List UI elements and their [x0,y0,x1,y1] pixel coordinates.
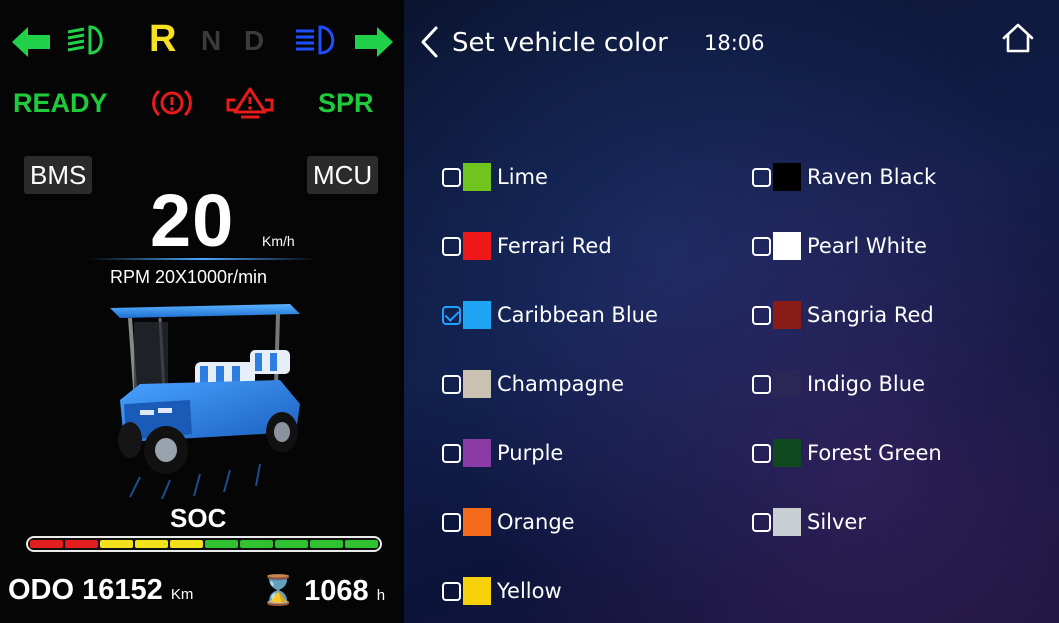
soc-label: SOC [170,503,227,533]
color-swatch [463,439,491,467]
soc-segment [100,540,133,548]
parking-brake-icon [152,89,192,117]
color-option-label: Caribbean Blue [497,303,658,327]
hourglass-icon: ⌛ [260,575,297,607]
speed-value: 20 [150,179,235,262]
odo-label: ODO [8,574,75,606]
color-option[interactable]: Indigo Blue [752,369,925,399]
high-beam-icon [296,25,335,55]
home-icon[interactable] [1000,20,1036,56]
color-option[interactable]: Forest Green [752,438,942,468]
hours-unit: h [376,587,386,604]
color-checkbox[interactable] [442,443,461,463]
color-option-label: Champagne [497,372,625,396]
color-option[interactable]: Pearl White [752,231,927,261]
color-swatch [463,232,491,260]
color-swatch [773,163,801,191]
color-swatch [773,508,801,536]
color-checkbox[interactable] [442,581,461,601]
color-checkbox[interactable] [442,305,461,325]
soc-segment [345,540,378,548]
color-option[interactable]: Silver [752,507,866,537]
color-option[interactable]: Orange [442,507,575,537]
odo-unit: Km [170,586,194,603]
color-option[interactable]: Yellow [442,576,562,606]
color-checkbox[interactable] [752,443,771,463]
color-swatch [463,577,491,605]
hours-value: 1068 [304,575,369,607]
color-checkbox[interactable] [752,374,771,394]
low-beam-icon [67,25,103,55]
color-option[interactable]: Caribbean Blue [442,300,658,330]
soc-segment [275,540,308,548]
color-checkbox[interactable] [442,236,461,256]
color-option-label: Raven Black [807,165,937,189]
color-checkbox[interactable] [442,512,461,532]
speed-underline [88,258,318,260]
soc-segment [30,540,63,548]
soc-segment [170,540,203,548]
gear-reverse: R [149,18,177,60]
speed-unit: Km/h [262,233,295,249]
hour-meter: ⌛ 1068 h [260,574,385,608]
color-option[interactable]: Sangria Red [752,300,934,330]
page-title: Set vehicle color [452,28,668,58]
bms-button[interactable]: BMS [24,156,93,194]
gear-neutral: N [201,25,222,56]
clock: 18:06 [704,31,765,55]
rpm-readout: RPM 20X1000r/min [110,267,268,287]
color-option[interactable]: Lime [442,162,548,192]
color-option-label: Lime [497,165,548,189]
color-option-label: Ferrari Red [497,234,612,258]
color-option-label: Sangria Red [807,303,934,327]
odometer: ODO 16152 Km [8,574,193,607]
mcu-button[interactable]: MCU [307,156,379,194]
color-option-label: Forest Green [807,441,942,465]
color-checkbox[interactable] [752,512,771,532]
color-option-label: Purple [497,441,564,465]
color-option-label: Indigo Blue [807,372,925,396]
instrument-cluster: R N D READY SPR BMS MCU 20 Km/h RPM 20X1… [0,0,404,623]
soc-battery-bar [26,536,382,552]
color-option-label: Pearl White [807,234,927,258]
color-swatch [463,370,491,398]
soc-segment [310,540,343,548]
gear-drive: D [244,25,265,56]
color-swatch [773,439,801,467]
soc-segment [65,540,98,548]
color-swatch [773,232,801,260]
color-option[interactable]: Purple [442,438,563,468]
color-checkbox[interactable] [752,236,771,256]
color-swatch [463,163,491,191]
color-option[interactable]: Raven Black [752,162,936,192]
color-checkbox[interactable] [442,167,461,187]
color-swatch [463,508,491,536]
golf-cart-image [110,304,300,500]
soc-segment [135,540,168,548]
color-option-label: Silver [807,510,866,534]
back-chevron-icon[interactable] [418,24,442,60]
color-swatch [773,370,801,398]
color-option[interactable]: Ferrari Red [442,231,612,261]
color-swatch [773,301,801,329]
left-turn-arrow-icon [12,27,50,57]
color-option-label: Yellow [497,579,562,603]
odo-value: 16152 [82,574,163,606]
spr-indicator: SPR [318,88,374,118]
powertrain-warning-icon [226,87,274,119]
color-option-label: Orange [497,510,575,534]
soc-segment [240,540,273,548]
ready-indicator: READY [13,88,108,118]
right-turn-arrow-icon [355,27,393,57]
color-checkbox[interactable] [442,374,461,394]
color-checkbox[interactable] [752,305,771,325]
color-swatch [463,301,491,329]
soc-segment [205,540,238,548]
dashboard-screen: R N D READY SPR BMS MCU 20 Km/h RPM 20X1… [0,0,1059,623]
color-settings-panel: Set vehicle color 18:06 Lime Raven Black F… [404,0,1059,623]
color-checkbox[interactable] [752,167,771,187]
color-option[interactable]: Champagne [442,369,624,399]
